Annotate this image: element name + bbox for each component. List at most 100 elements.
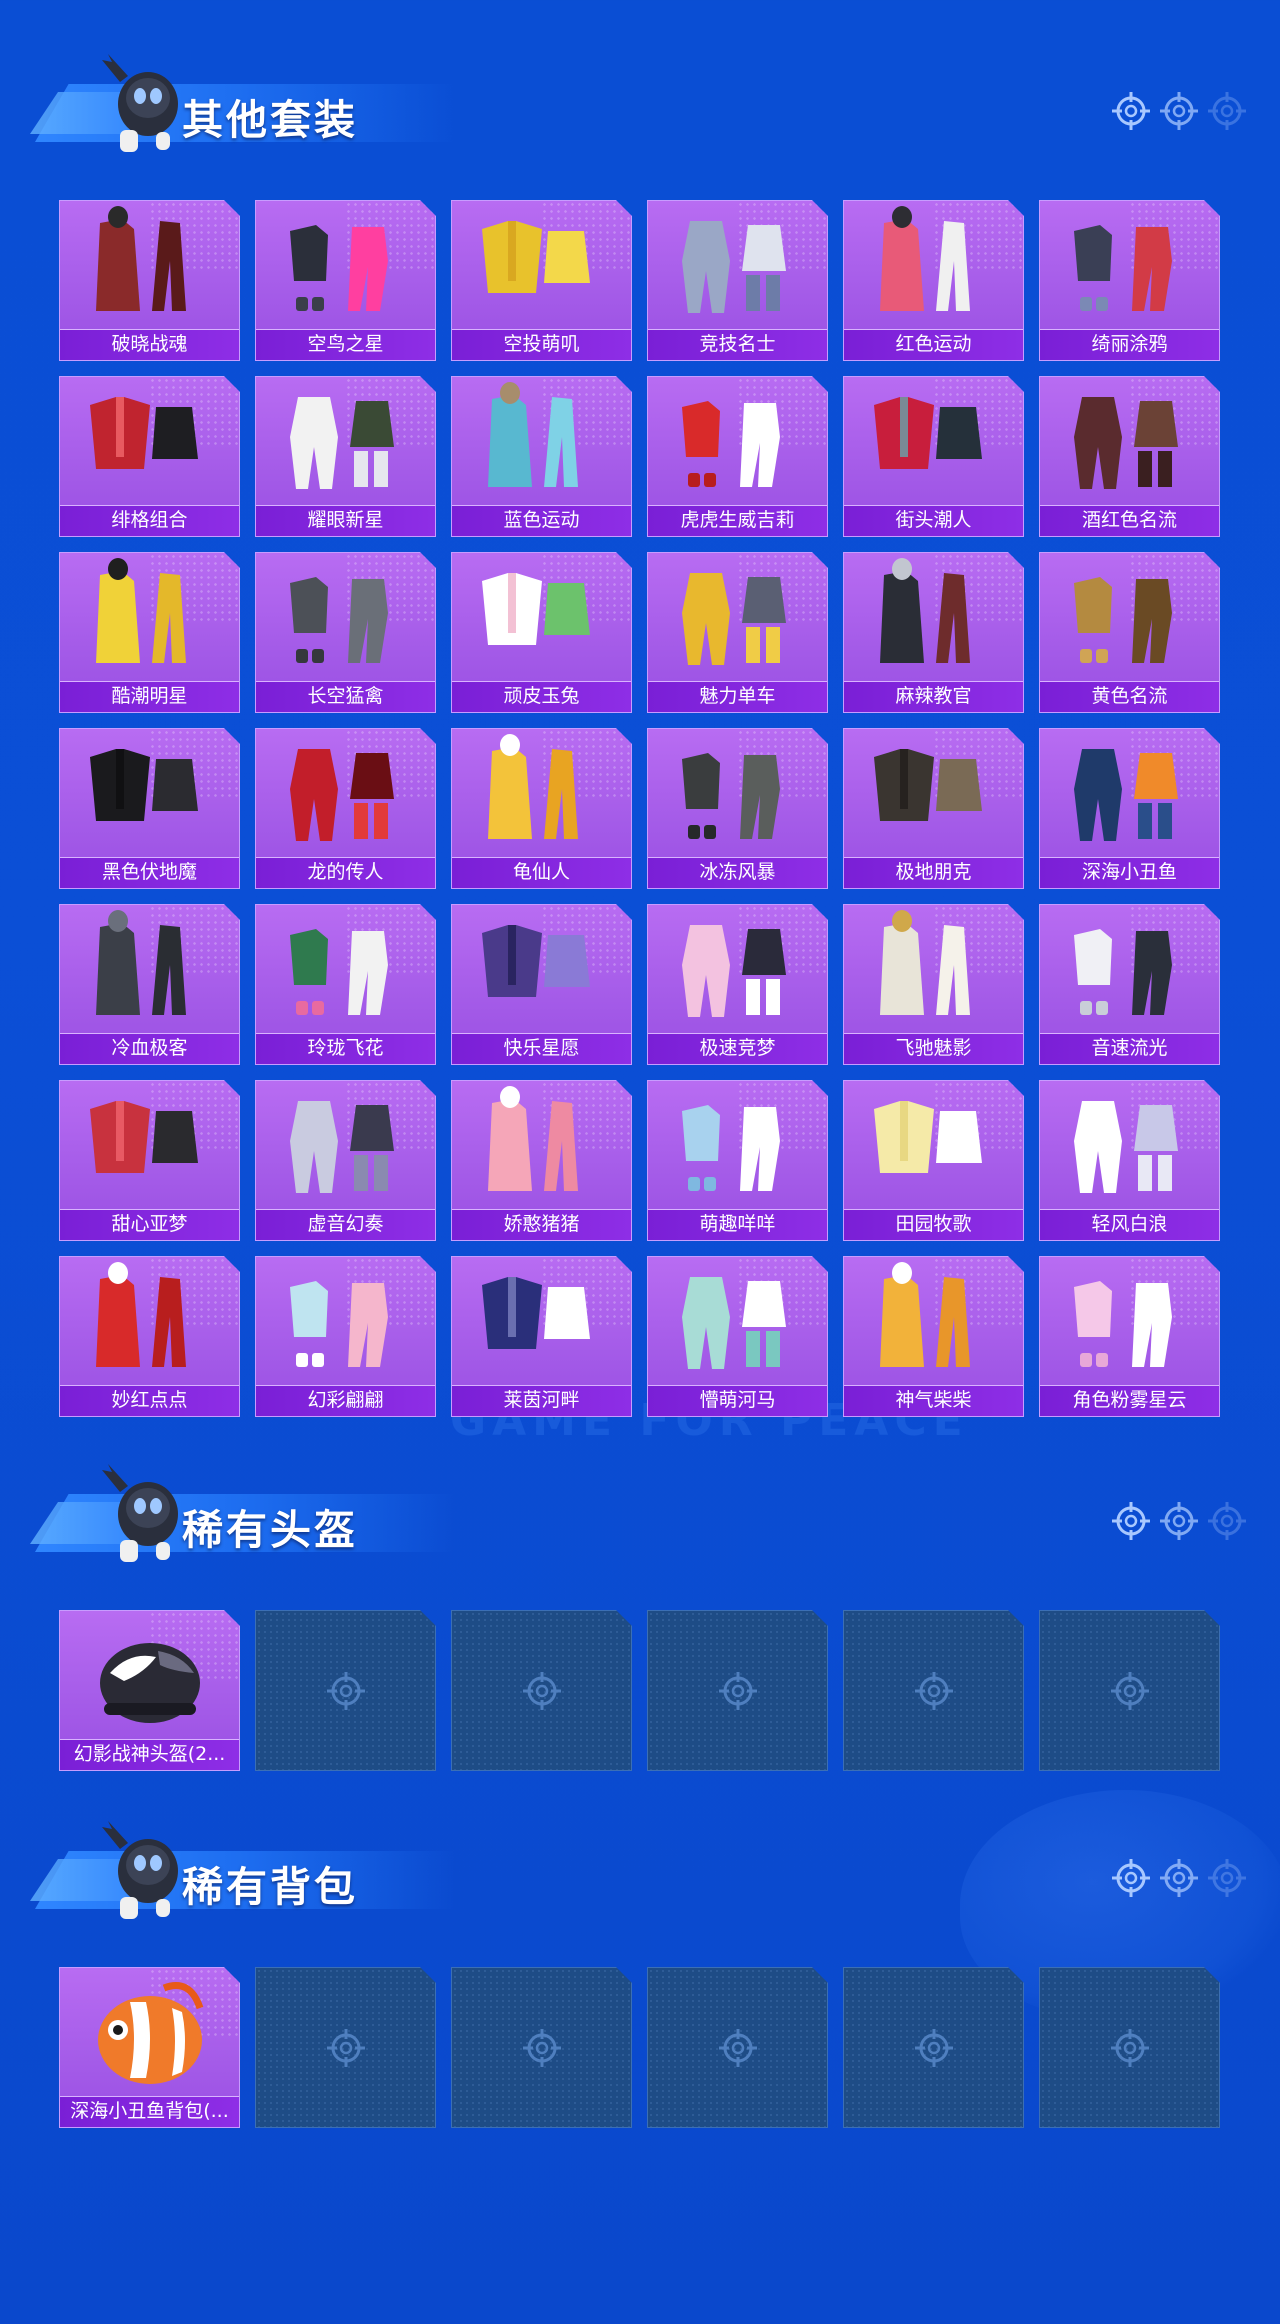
empty-slot xyxy=(255,1610,436,1771)
outfit-card[interactable]: 神气柴柴 xyxy=(843,1256,1024,1417)
outfit-card[interactable]: 懵萌河马 xyxy=(647,1256,828,1417)
section-other-outfits: 其他套装 破晓战魂 空鸟之星 空投萌叽 竞技名士 红色运动 绮丽涂鸦绯格组合 耀眼新星 蓝色运… xyxy=(0,52,1280,1422)
outfit-image xyxy=(60,201,240,332)
crosshair-icon xyxy=(717,2027,759,2069)
outfit-card[interactable]: 长空猛禽 xyxy=(255,552,436,713)
outfit-card[interactable]: 龟仙人 xyxy=(451,728,632,889)
outfit-card[interactable]: 飞驰魅影 xyxy=(843,904,1024,1065)
item-label: 懵萌河马 xyxy=(699,1389,776,1411)
outfit-card[interactable]: 田园牧歌 xyxy=(843,1080,1024,1241)
outfit-image xyxy=(844,553,1024,684)
outfit-card[interactable]: 幻彩翩翩 xyxy=(255,1256,436,1417)
section-header: 其他套装 xyxy=(30,52,1250,162)
crosshair-icon xyxy=(1109,2027,1151,2069)
item-label: 极地朋克 xyxy=(895,861,972,883)
outfit-card[interactable]: 龙的传人 xyxy=(255,728,436,889)
outfit-card[interactable]: 酒红色名流 xyxy=(1039,376,1220,537)
crosshair-icon xyxy=(1208,92,1246,130)
outfit-card[interactable]: 快乐星愿 xyxy=(451,904,632,1065)
item-label: 酒红色名流 xyxy=(1081,509,1177,531)
crosshair-icon xyxy=(1160,1502,1198,1540)
item-label: 玲珑飞花 xyxy=(307,1037,384,1059)
section-rare-helmets: 稀有头盔 幻影战神头盔(2... xyxy=(0,1462,1280,1782)
outfit-card[interactable]: 娇憨猪猪 xyxy=(451,1080,632,1241)
item-label: 顽皮玉兔 xyxy=(503,685,580,707)
outfit-card[interactable]: 萌趣咩咩 xyxy=(647,1080,828,1241)
crosshair-icon xyxy=(913,1670,955,1712)
outfit-card[interactable]: 玲珑飞花 xyxy=(255,904,436,1065)
empty-slot xyxy=(1039,1967,1220,2128)
outfit-card[interactable]: 莱茵河畔 xyxy=(451,1256,632,1417)
item-label: 竞技名士 xyxy=(699,333,776,355)
item-label: 妙红点点 xyxy=(111,1389,188,1411)
outfit-card[interactable]: 红色运动 xyxy=(843,200,1024,361)
outfit-image xyxy=(256,201,436,332)
empty-slot xyxy=(647,1610,828,1771)
outfit-image xyxy=(844,1081,1024,1212)
outfit-card[interactable]: 绮丽涂鸦 xyxy=(1039,200,1220,361)
crosshair-icon xyxy=(913,2027,955,2069)
header-crosshair-group xyxy=(1110,1857,1250,1903)
outfit-image xyxy=(60,905,240,1036)
crosshair-icon xyxy=(1112,1502,1150,1540)
outfit-card[interactable]: 顽皮玉兔 xyxy=(451,552,632,713)
outfit-image xyxy=(648,905,828,1036)
outfit-image xyxy=(844,1257,1024,1388)
outfit-card[interactable]: 极速竞梦 xyxy=(647,904,828,1065)
outfit-card[interactable]: 耀眼新星 xyxy=(255,376,436,537)
outfit-card[interactable]: 角色粉雾星云 xyxy=(1039,1256,1220,1417)
outfit-card[interactable]: 破晓战魂 xyxy=(59,200,240,361)
outfit-card[interactable]: 冰冻风暴 xyxy=(647,728,828,889)
outfit-card[interactable]: 绯格组合 xyxy=(59,376,240,537)
item-label: 娇憨猪猪 xyxy=(503,1213,580,1235)
outfit-card[interactable]: 黑色伏地魔 xyxy=(59,728,240,889)
helmet-card[interactable]: 幻影战神头盔(2... xyxy=(59,1610,240,1771)
empty-slot xyxy=(843,1610,1024,1771)
item-label: 街头潮人 xyxy=(895,509,972,531)
outfit-card[interactable]: 酷潮明星 xyxy=(59,552,240,713)
item-label: 麻辣教官 xyxy=(895,685,972,707)
outfit-card[interactable]: 空投萌叽 xyxy=(451,200,632,361)
outfit-card[interactable]: 音速流光 xyxy=(1039,904,1220,1065)
outfit-card[interactable]: 甜心亚梦 xyxy=(59,1080,240,1241)
outfit-image xyxy=(452,1081,632,1212)
outfit-card[interactable]: 妙红点点 xyxy=(59,1256,240,1417)
outfit-card[interactable]: 空鸟之星 xyxy=(255,200,436,361)
backpack-card[interactable]: 深海小丑鱼背包(... xyxy=(59,1967,240,2128)
crosshair-icon xyxy=(1109,1670,1151,1712)
outfit-image xyxy=(256,905,436,1036)
empty-slot xyxy=(1039,1610,1220,1771)
outfit-card[interactable]: 冷血极客 xyxy=(59,904,240,1065)
outfit-image xyxy=(452,201,632,332)
outfit-image xyxy=(1040,905,1220,1036)
item-label: 深海小丑鱼 xyxy=(1081,861,1177,883)
item-label: 快乐星愿 xyxy=(503,1037,580,1059)
backpack-grid: 深海小丑鱼背包(... xyxy=(59,1967,1220,2128)
helmet-grid: 幻影战神头盔(2... xyxy=(59,1610,1220,1771)
outfit-card[interactable]: 魅力单车 xyxy=(647,552,828,713)
outfit-card[interactable]: 蓝色运动 xyxy=(451,376,632,537)
outfit-image xyxy=(452,377,632,508)
outfit-image xyxy=(452,1257,632,1388)
outfit-card[interactable]: 街头潮人 xyxy=(843,376,1024,537)
outfit-card[interactable]: 麻辣教官 xyxy=(843,552,1024,713)
item-label: 耀眼新星 xyxy=(307,509,384,531)
outfit-card[interactable]: 极地朋克 xyxy=(843,728,1024,889)
outfit-card[interactable]: 虚音幻奏 xyxy=(255,1080,436,1241)
item-label: 黑色伏地魔 xyxy=(101,861,197,883)
outfit-image xyxy=(648,553,828,684)
outfit-image xyxy=(60,553,240,684)
outfit-card[interactable]: 深海小丑鱼 xyxy=(1039,728,1220,889)
outfit-image xyxy=(1040,201,1220,332)
outfit-card[interactable]: 虎虎生威吉莉 xyxy=(647,376,828,537)
crosshair-icon xyxy=(1112,1859,1150,1897)
outfit-card[interactable]: 轻风白浪 xyxy=(1039,1080,1220,1241)
outfit-card[interactable]: 竞技名士 xyxy=(647,200,828,361)
item-label: 神气柴柴 xyxy=(895,1389,972,1411)
item-label: 田园牧歌 xyxy=(895,1213,972,1235)
crosshair-icon xyxy=(1208,1502,1246,1540)
section-header: 稀有背包 xyxy=(30,1819,1250,1929)
outfit-card[interactable]: 黄色名流 xyxy=(1039,552,1220,713)
outfit-image xyxy=(1040,729,1220,860)
outfit-image xyxy=(648,1081,828,1212)
